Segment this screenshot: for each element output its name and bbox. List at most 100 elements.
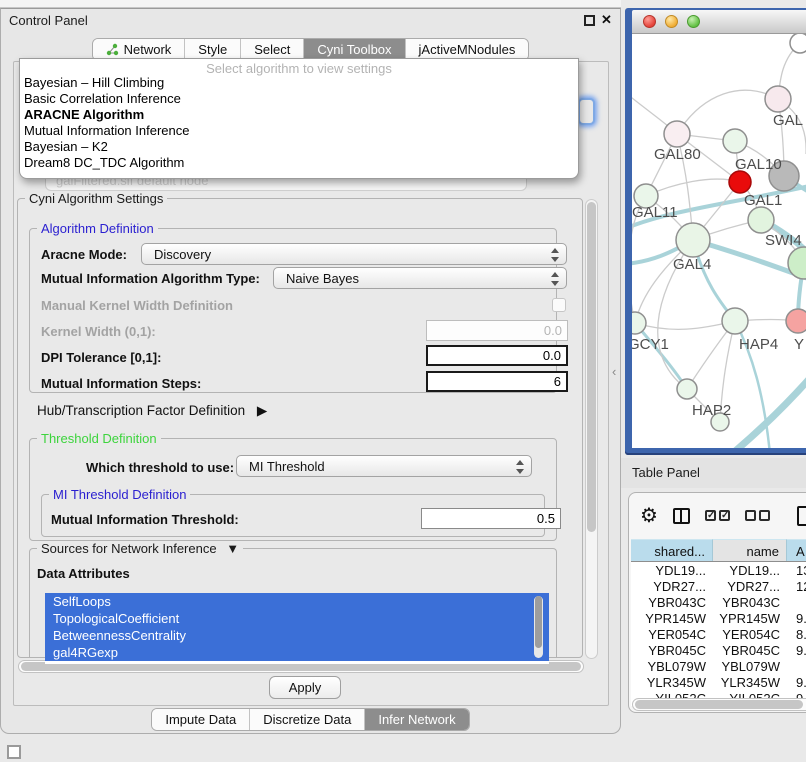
checked-checkbox-icon: ✓ [705, 510, 716, 521]
tab-network[interactable]: Network [93, 39, 186, 60]
algorithm-dropdown-placeholder: Select algorithm to view settings [20, 59, 578, 75]
gear-icon[interactable]: ⚙ [640, 506, 658, 526]
threshold-definition-title: Threshold Definition [37, 431, 161, 446]
kernel-width-label: Kernel Width (0,1): [41, 324, 156, 339]
which-threshold-combo[interactable]: MI Threshold [236, 455, 532, 477]
table-panel-title: Table Panel [632, 465, 700, 480]
algorithm-option[interactable]: Mutual Information Inference [20, 123, 578, 139]
settings-vertical-scrollbar[interactable] [585, 199, 598, 659]
node-label: GAL4 [673, 256, 711, 273]
mi-threshold-group-title: MI Threshold Definition [49, 487, 190, 502]
network-window-titlebar[interactable] [632, 10, 806, 34]
attribute-item-selected[interactable]: gal4RGexp [45, 644, 549, 661]
document-icon[interactable] [797, 506, 806, 526]
algorithm-option-selected[interactable]: ARACNE Algorithm [20, 107, 578, 123]
cell-value: 9. [787, 674, 806, 690]
kernel-width-field[interactable] [426, 320, 568, 341]
mi-threshold-field[interactable] [421, 508, 561, 529]
table-horizontal-scrollbar[interactable] [632, 698, 806, 711]
mi-type-value: Naive Bayes [286, 271, 359, 286]
select-all-checkboxes-icon[interactable]: ✓ ✓ [705, 510, 730, 521]
table-row[interactable]: YDL19... YDL19... 13 [631, 562, 806, 578]
expand-down-icon[interactable]: ▼ [226, 541, 239, 556]
scrollbar-thumb[interactable] [587, 202, 596, 532]
zoom-traffic-light-icon[interactable] [687, 15, 700, 28]
tab-select[interactable]: Select [241, 39, 304, 60]
combo-spinner-icon [515, 460, 524, 474]
hub-definition-label[interactable]: Hub/Transcription Factor Definition ▶ [37, 403, 267, 419]
apply-button[interactable]: Apply [269, 676, 341, 699]
panel-divider-arrow-icon[interactable]: ‹ [612, 364, 616, 379]
algorithm-definition-title: Algorithm Definition [37, 221, 158, 236]
attribute-item-selected[interactable]: TopologicalCoefficient [45, 610, 549, 627]
aracne-mode-combo[interactable]: Discovery [141, 243, 567, 265]
tab-style[interactable]: Style [185, 39, 241, 60]
tab-jactivemnodules-label: jActiveMNodules [419, 42, 516, 57]
column-header-name[interactable]: name [713, 539, 787, 561]
float-window-icon[interactable] [584, 15, 595, 26]
mi-type-label: Mutual Information Algorithm Type: [41, 271, 260, 286]
bottom-tabbar: Impute Data Discretize Data Infer Networ… [1, 708, 620, 731]
tab-infer-network[interactable]: Infer Network [365, 709, 468, 730]
cell-name: YDL19... [713, 562, 787, 578]
table-row[interactable]: YLR345W YLR345W 9. [631, 674, 806, 690]
docked-window-icon[interactable] [7, 745, 21, 759]
table-row[interactable]: YPR145W YPR145W 9. [631, 610, 806, 626]
attribute-item-selected[interactable]: BetweennessCentrality [45, 627, 549, 644]
table-row[interactable]: YBR043C YBR043C [631, 594, 806, 610]
mi-steps-label: Mutual Information Steps: [41, 376, 201, 391]
tab-jactivemnodules[interactable]: jActiveMNodules [406, 39, 529, 60]
tab-impute-data[interactable]: Impute Data [152, 709, 250, 730]
window-top-strip [0, 0, 621, 8]
close-icon[interactable]: ✕ [601, 12, 612, 28]
tab-cyni-toolbox[interactable]: Cyni Toolbox [304, 39, 405, 60]
table-row[interactable]: YER054C YER054C 8. [631, 626, 806, 642]
table-row[interactable]: YBL079W YBL079W [631, 658, 806, 674]
table-header-row: shared... name A [631, 539, 806, 562]
combo-spinner-icon [550, 248, 559, 262]
mi-type-combo[interactable]: Naive Bayes [273, 267, 567, 289]
scrollbar-thumb[interactable] [635, 700, 803, 709]
cell-name: YBR043C [713, 594, 787, 610]
attribute-item-selected[interactable]: SelfLoops [45, 593, 549, 610]
columns-icon[interactable] [673, 508, 690, 524]
node-label: SWI4 [765, 232, 802, 249]
table-row[interactable]: YDR27... YDR27... 12 [631, 578, 806, 594]
table-row[interactable]: YBR045C YBR045C 9. [631, 642, 806, 658]
cell-name: YBR045C [713, 642, 787, 658]
algorithm-option[interactable]: Dream8 DC_TDC Algorithm [20, 155, 578, 171]
network-icon [106, 43, 119, 56]
unchecked-checkbox-icon [759, 510, 770, 521]
list-vertical-scrollbar[interactable] [534, 596, 543, 658]
column-header-shared-name[interactable]: shared... [631, 539, 713, 561]
which-threshold-value: MI Threshold [249, 459, 325, 474]
dpi-tolerance-field[interactable] [426, 345, 568, 366]
minimize-traffic-light-icon[interactable] [665, 15, 678, 28]
algorithm-option[interactable]: Bayesian – K2 [20, 139, 578, 155]
close-traffic-light-icon[interactable] [643, 15, 656, 28]
tab-discretize-data[interactable]: Discretize Data [250, 709, 365, 730]
tab-infer-network-label: Infer Network [378, 712, 455, 727]
cell-value: 8. [787, 626, 806, 642]
mi-steps-field[interactable] [426, 371, 568, 392]
network-canvas[interactable]: GAL GAL80 GAL10 GAL1 GAL11 SWI4 GAL4 GCY… [632, 34, 806, 448]
deselect-all-checkboxes-icon[interactable] [745, 510, 770, 521]
column-header-partial[interactable]: A [787, 539, 806, 561]
algorithm-option[interactable]: Bayesian – Hill Climbing [20, 75, 578, 91]
cell-shared-name: YER054C [631, 626, 713, 642]
table-toolbar: ⚙ ✓ ✓ [629, 493, 806, 538]
which-threshold-label: Which threshold to use: [86, 460, 234, 475]
aracne-mode-value: Discovery [154, 247, 211, 262]
collapse-right-icon[interactable]: ▶ [257, 403, 267, 418]
cyni-algorithm-settings-title: Cyni Algorithm Settings [25, 191, 167, 206]
node-label: GCY1 [632, 336, 669, 353]
scrollbar-thumb[interactable] [535, 596, 542, 648]
manual-kernel-checkbox[interactable] [552, 298, 566, 312]
cell-shared-name: YBR045C [631, 642, 713, 658]
data-attributes-list[interactable]: SelfLoops TopologicalCoefficient Between… [45, 593, 549, 664]
algorithm-option[interactable]: Basic Correlation Inference [20, 91, 578, 107]
table-panel-window: ⚙ ✓ ✓ shared... name A YDL19... YDL19...… [628, 492, 806, 713]
cell-value [787, 658, 806, 674]
hub-definition-text: Hub/Transcription Factor Definition [37, 403, 245, 418]
node-label: GAL1 [744, 192, 782, 209]
